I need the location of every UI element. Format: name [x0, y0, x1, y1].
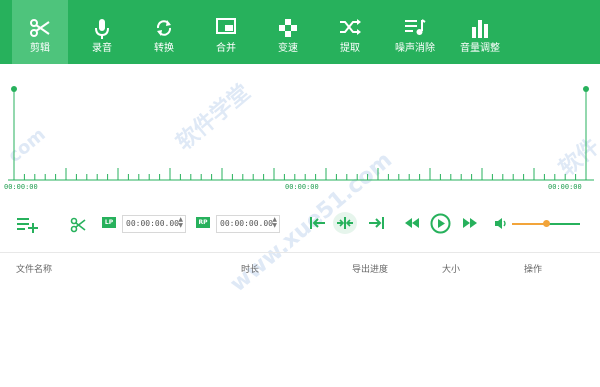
timeline-middle-label: 00:00:00 — [285, 183, 319, 191]
col-actions: 操作 — [524, 265, 543, 275]
timeline-end-label: 00:00:00 — [548, 183, 582, 191]
tool-label: 噪声消除 — [395, 43, 435, 54]
tool-convert[interactable]: 转换 — [136, 0, 192, 64]
tool-label: 音量调整 — [460, 43, 500, 54]
tool-noise-removal[interactable]: 噪声消除 — [384, 0, 446, 64]
tool-extract[interactable]: 提取 — [322, 0, 378, 64]
tool-label: 合并 — [216, 43, 236, 54]
microphone-icon — [95, 19, 109, 39]
start-time-stepper[interactable]: ▲ ▼ — [178, 217, 183, 229]
add-file-icon[interactable] — [16, 217, 38, 233]
volume-adjust-icon — [472, 20, 488, 38]
file-table-header: 文件名称 时长 导出进度 大小 操作 — [0, 252, 600, 283]
start-time-field[interactable]: 00:00:00.00 ▲ ▼ — [122, 215, 186, 233]
main-toolbar: 剪辑 录音 转换 合并 变速 提取 噪声消除 音量调整 — [0, 0, 600, 64]
waveform-area[interactable] — [0, 64, 600, 200]
end-time-stepper[interactable]: ▲ ▼ — [272, 217, 277, 229]
file-list[interactable] — [0, 282, 600, 387]
convert-icon — [156, 20, 172, 36]
end-time-field[interactable]: 00:00:00.00 ▲ ▼ — [216, 215, 280, 233]
col-filename: 文件名称 — [16, 265, 53, 275]
rp-badge: RP — [196, 217, 210, 228]
extract-icon — [340, 19, 361, 35]
tool-label: 录音 — [92, 43, 112, 54]
merge-icon — [216, 18, 236, 34]
speed-icon — [279, 19, 297, 37]
tool-speed[interactable]: 变速 — [260, 0, 316, 64]
noise-removal-icon — [405, 19, 426, 35]
tool-label: 转换 — [154, 43, 174, 54]
timeline-start-label: 00:00:00 — [4, 183, 38, 191]
speaker-icon[interactable] — [495, 218, 507, 229]
tool-cut[interactable]: 剪辑 — [12, 0, 68, 64]
control-bar — [0, 205, 600, 245]
tool-label: 提取 — [340, 43, 360, 54]
col-duration: 时长 — [241, 265, 260, 275]
end-time-value: 00:00:00.00 — [220, 219, 273, 228]
lp-badge: LP — [102, 217, 116, 228]
end-marker — [583, 86, 589, 92]
volume-fill — [512, 223, 546, 225]
volume-knob[interactable] — [542, 220, 550, 227]
tool-merge[interactable]: 合并 — [198, 0, 254, 64]
set-start-icon[interactable] — [310, 216, 326, 230]
tool-label: 变速 — [278, 43, 298, 54]
col-size: 大小 — [442, 265, 461, 275]
fast-forward-icon[interactable] — [463, 218, 477, 228]
center-selection-icon[interactable] — [336, 216, 354, 230]
start-time-value: 00:00:00.00 — [126, 219, 179, 228]
tool-label: 剪辑 — [30, 43, 50, 54]
cut-scissors-icon[interactable] — [70, 217, 86, 233]
timeline-ruler — [8, 86, 594, 181]
start-marker — [11, 86, 17, 92]
set-end-icon[interactable] — [368, 216, 384, 230]
tool-volume-adjust[interactable]: 音量调整 — [450, 0, 510, 64]
col-export-progress: 导出进度 — [352, 265, 389, 275]
scissors-icon — [30, 19, 50, 37]
play-icon[interactable] — [430, 213, 451, 234]
rewind-icon[interactable] — [405, 218, 419, 228]
tool-record[interactable]: 录音 — [74, 0, 130, 64]
